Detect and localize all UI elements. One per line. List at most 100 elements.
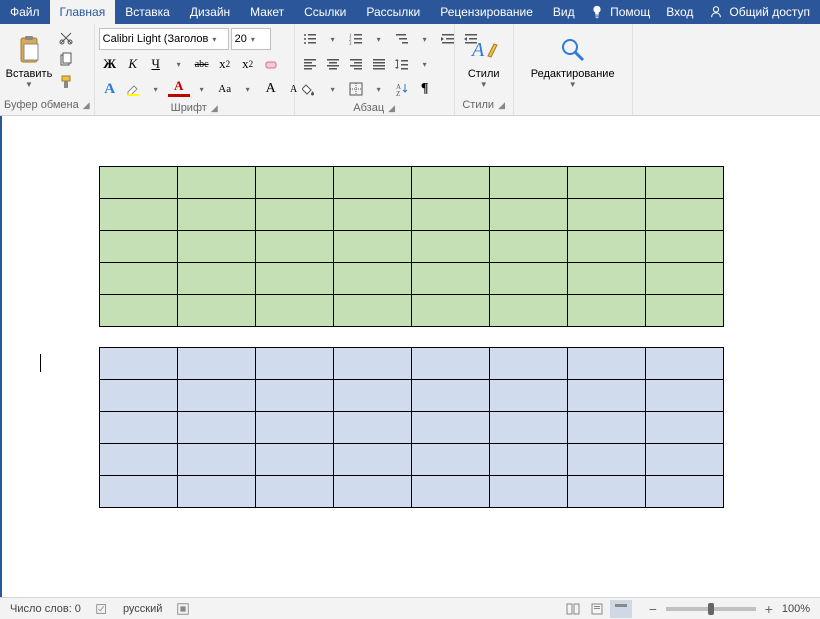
macro-record-icon[interactable]	[176, 602, 190, 616]
table-cell[interactable]	[645, 380, 723, 412]
table-cell[interactable]	[177, 380, 255, 412]
signin-label[interactable]: Вход	[666, 5, 693, 19]
table-cell[interactable]	[489, 199, 567, 231]
italic-button[interactable]: К	[122, 53, 144, 75]
borders-button[interactable]	[345, 78, 367, 100]
table-cell[interactable]	[645, 295, 723, 327]
zoom-thumb[interactable]	[708, 603, 714, 615]
table-cell[interactable]	[255, 263, 333, 295]
read-mode-button[interactable]	[562, 600, 584, 618]
case-dropdown-icon[interactable]: ▾	[237, 78, 259, 100]
table-cell[interactable]	[99, 412, 177, 444]
table-cell[interactable]	[177, 444, 255, 476]
zoom-value[interactable]: 100%	[782, 603, 810, 615]
bullets-dropdown-icon[interactable]: ▾	[322, 28, 344, 50]
tab-design[interactable]: Дизайн	[180, 0, 240, 24]
table-cell[interactable]	[411, 167, 489, 199]
table-cell[interactable]	[489, 263, 567, 295]
align-right-button[interactable]	[345, 53, 367, 75]
editing-button[interactable]: Редактирование ▼	[518, 28, 628, 94]
font-color-dropdown-icon[interactable]: ▾	[191, 78, 213, 100]
table-cell[interactable]	[255, 231, 333, 263]
table-cell[interactable]	[177, 295, 255, 327]
table-cell[interactable]	[567, 476, 645, 508]
superscript-button[interactable]: x2	[237, 53, 259, 75]
line-spacing-button[interactable]	[391, 53, 413, 75]
table-cell[interactable]	[255, 295, 333, 327]
table-cell[interactable]	[645, 476, 723, 508]
table-cell[interactable]	[99, 263, 177, 295]
multilevel-dropdown-icon[interactable]: ▾	[414, 28, 436, 50]
table-cell[interactable]	[567, 348, 645, 380]
table-cell[interactable]	[177, 231, 255, 263]
table-cell[interactable]	[489, 295, 567, 327]
dialog-launcher-icon[interactable]: ◢	[498, 100, 505, 111]
cut-button[interactable]	[56, 28, 76, 48]
table-cell[interactable]	[567, 444, 645, 476]
table-cell[interactable]	[177, 263, 255, 295]
underline-dropdown-icon[interactable]: ▾	[168, 53, 190, 75]
tab-insert[interactable]: Вставка	[115, 0, 180, 24]
table-cell[interactable]	[567, 231, 645, 263]
zoom-out-button[interactable]: −	[646, 602, 660, 616]
copy-button[interactable]	[56, 50, 76, 70]
show-marks-button[interactable]: ¶	[414, 78, 436, 100]
tab-file[interactable]: Файл	[0, 0, 50, 24]
text-effects-button[interactable]: A	[99, 78, 121, 100]
table-cell[interactable]	[645, 412, 723, 444]
table-cell[interactable]	[411, 348, 489, 380]
tab-mailings[interactable]: Рассылки	[356, 0, 430, 24]
table-cell[interactable]	[489, 444, 567, 476]
table-cell[interactable]	[255, 412, 333, 444]
table-cell[interactable]	[333, 380, 411, 412]
table-cell[interactable]	[489, 412, 567, 444]
table-cell[interactable]	[99, 380, 177, 412]
table-cell[interactable]	[99, 295, 177, 327]
table-cell[interactable]	[333, 263, 411, 295]
table-cell[interactable]	[489, 476, 567, 508]
word-count[interactable]: Число слов: 0	[10, 603, 81, 615]
shading-button[interactable]	[299, 78, 321, 100]
clear-formatting-button[interactable]	[260, 53, 282, 75]
highlight-dropdown-icon[interactable]: ▾	[145, 78, 167, 100]
styles-button[interactable]: A Стили ▼	[459, 28, 509, 94]
table-cell[interactable]	[411, 412, 489, 444]
table-cell[interactable]	[567, 295, 645, 327]
tab-references[interactable]: Ссылки	[294, 0, 356, 24]
spellcheck-icon[interactable]	[95, 602, 109, 616]
table-cell[interactable]	[333, 444, 411, 476]
table-cell[interactable]	[255, 199, 333, 231]
font-color-button[interactable]: A	[168, 78, 190, 97]
numbering-button[interactable]: 123	[345, 28, 367, 50]
document-area[interactable]	[0, 116, 820, 597]
table-cell[interactable]	[333, 199, 411, 231]
bold-button[interactable]: Ж	[99, 53, 121, 75]
zoom-in-button[interactable]: +	[762, 602, 776, 616]
borders-dropdown-icon[interactable]: ▾	[368, 78, 390, 100]
table-cell[interactable]	[411, 380, 489, 412]
tab-view[interactable]: Вид	[543, 0, 585, 24]
table-cell[interactable]	[255, 348, 333, 380]
table-cell[interactable]	[489, 167, 567, 199]
multilevel-button[interactable]	[391, 28, 413, 50]
align-center-button[interactable]	[322, 53, 344, 75]
table-cell[interactable]	[645, 167, 723, 199]
dialog-launcher-icon[interactable]: ◢	[388, 103, 395, 114]
table-1[interactable]	[99, 166, 724, 327]
table-cell[interactable]	[99, 167, 177, 199]
justify-button[interactable]	[368, 53, 390, 75]
table-cell[interactable]	[645, 444, 723, 476]
table-cell[interactable]	[99, 476, 177, 508]
strikethrough-button[interactable]: abc	[191, 53, 213, 75]
table-cell[interactable]	[177, 412, 255, 444]
highlight-button[interactable]	[122, 78, 144, 100]
change-case-button[interactable]: Aa	[214, 78, 236, 100]
table-cell[interactable]	[333, 348, 411, 380]
paste-button[interactable]: Вставить ▼	[4, 28, 54, 94]
spacing-dropdown-icon[interactable]: ▾	[414, 53, 436, 75]
table-cell[interactable]	[255, 167, 333, 199]
table-cell[interactable]	[333, 412, 411, 444]
font-size-combo[interactable]: 20▾	[231, 28, 271, 50]
table-cell[interactable]	[645, 199, 723, 231]
tab-review[interactable]: Рецензирование	[430, 0, 543, 24]
